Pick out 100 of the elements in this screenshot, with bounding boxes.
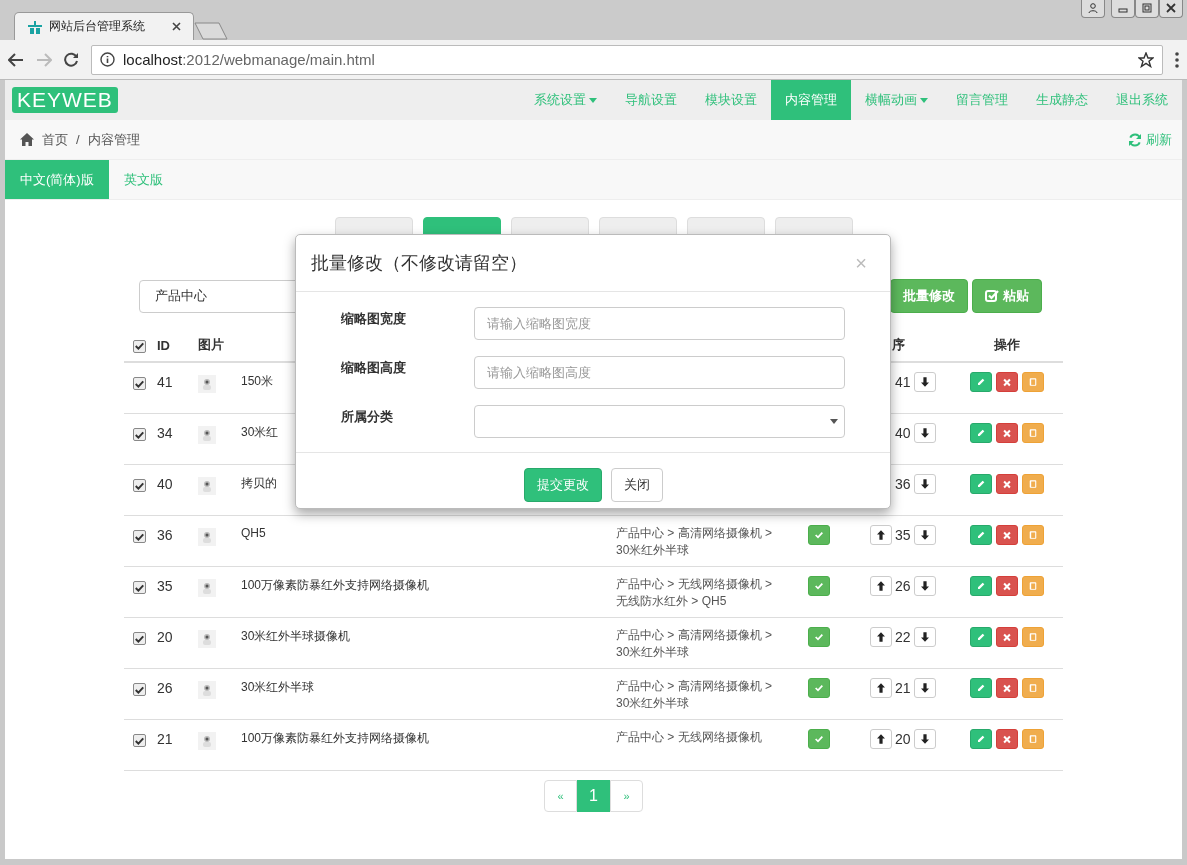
minimize-button[interactable] [1111,0,1135,18]
delete-button[interactable] [995,474,1018,494]
edit-button[interactable] [969,372,992,392]
address-bar[interactable]: localhost:2012/webmanage/main.html [91,44,1163,75]
edit-button[interactable] [969,678,992,698]
move-up-button[interactable] [870,576,892,596]
action-button[interactable]: 批量修改 [890,279,968,313]
move-down-button[interactable] [913,525,936,545]
page-button[interactable]: » [610,780,643,812]
refresh-link[interactable]: 刷新 [1128,130,1172,149]
move-down-button[interactable] [913,678,936,698]
move-down-button[interactable] [913,372,936,392]
close-icon [1166,3,1176,13]
nav-item[interactable]: 生成静态 [1022,80,1102,120]
menu-icon[interactable] [1175,51,1179,68]
copy-icon [1028,580,1037,592]
field-label: 缩略图宽度 [341,310,407,328]
checkbox[interactable] [133,632,146,645]
close-button[interactable]: × [847,251,875,275]
edit-button[interactable] [969,423,992,443]
edit-button[interactable] [969,576,992,596]
submit-button[interactable]: 提交更改 [523,468,602,502]
close-icon [1002,376,1011,388]
input-field[interactable]: 请输入缩略图宽度 [473,307,845,340]
breadcrumb-link[interactable]: 首页 [42,130,68,149]
move-up-button[interactable] [870,729,892,749]
back-icon[interactable] [8,52,24,67]
product-title: 30米红外半球摄像机 [241,628,351,645]
check-icon [815,734,823,744]
edit-button[interactable] [969,525,992,545]
field-label: 所属分类 [341,408,394,426]
edit-button[interactable] [969,627,992,647]
maximize-icon [1142,3,1152,13]
edit-button[interactable] [969,474,992,494]
breadcrumb-link[interactable]: 内容管理 [87,130,140,149]
move-up-button[interactable] [870,525,892,545]
sort-value: 36 [895,476,911,492]
action-button[interactable]: 粘贴 [972,279,1042,313]
select-field[interactable] [473,405,845,438]
nav-item[interactable]: 系统设置 [520,80,611,120]
move-down-button[interactable] [913,729,936,749]
site-logo: KEYWEB [12,87,118,113]
checkbox[interactable] [133,683,146,696]
check-icon [135,532,144,541]
delete-button[interactable] [995,678,1018,698]
check-icon [135,379,144,388]
checkbox[interactable] [133,479,146,492]
close-button[interactable] [1159,0,1183,18]
close-dialog-button[interactable]: 关闭 [610,468,663,502]
delete-button[interactable] [995,729,1018,749]
row-id: 26 [157,679,174,696]
move-down-button[interactable] [913,627,936,647]
move-up-button[interactable] [870,678,892,698]
page-button[interactable]: 1 [577,780,610,812]
profile-button[interactable] [1081,0,1105,18]
delete-button[interactable] [995,423,1018,443]
home-icon [20,133,34,146]
language-tab[interactable]: 英文版 [108,160,178,199]
url-text: localhost:2012/webmanage/main.html [123,51,375,68]
copy-icon [1028,376,1037,388]
delete-button[interactable] [995,372,1018,392]
nav-item[interactable]: 横幅动画 [851,80,942,120]
move-up-button[interactable] [870,627,892,647]
move-down-button[interactable] [913,423,936,443]
checkbox[interactable] [133,581,146,594]
reload-icon[interactable] [64,52,79,67]
move-down-button[interactable] [913,576,936,596]
status-toggle[interactable] [808,576,830,596]
nav-item[interactable]: 内容管理 [771,80,851,120]
status-toggle[interactable] [808,525,830,545]
arrow-down-icon [920,427,929,439]
browser-tab[interactable]: 网站后台管理系统 [14,12,194,40]
status-toggle[interactable] [808,678,830,698]
move-down-button[interactable] [913,474,936,494]
check-icon [135,430,144,439]
nav-item[interactable]: 导航设置 [611,80,691,120]
check-icon [135,481,144,490]
check-icon [815,632,823,642]
star-icon[interactable] [1138,51,1154,68]
nav-item[interactable]: 模块设置 [691,80,771,120]
checkbox[interactable] [133,377,146,390]
language-tab[interactable]: 中文(简体)版 [5,160,109,199]
status-toggle[interactable] [808,729,830,749]
category-path: 产品中心 > 无线网络摄像机 [616,729,763,746]
checkbox[interactable] [133,734,146,747]
edit-button[interactable] [969,729,992,749]
nav-item[interactable]: 留言管理 [942,80,1022,120]
checkbox[interactable] [133,530,146,543]
nav-item[interactable]: 退出系统 [1102,80,1182,120]
delete-button[interactable] [995,525,1018,545]
delete-button[interactable] [995,627,1018,647]
close-icon [1002,682,1011,694]
checkbox[interactable] [133,428,146,441]
checkbox[interactable] [133,339,146,353]
close-icon[interactable] [172,22,181,31]
input-field[interactable]: 请输入缩略图高度 [473,356,845,389]
info-icon [100,52,115,67]
copy-icon [1028,631,1037,643]
delete-button[interactable] [995,576,1018,596]
status-toggle[interactable] [808,627,830,647]
